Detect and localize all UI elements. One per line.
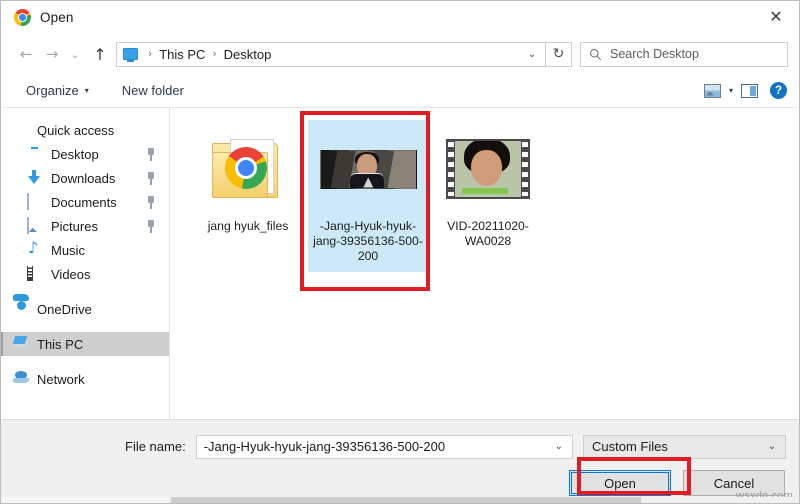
chevron-down-icon[interactable]: ⌄: [521, 49, 543, 60]
picture-icon: [27, 218, 43, 234]
sidebar-item-music[interactable]: Music: [1, 238, 169, 262]
chrome-icon: [14, 9, 31, 26]
breadcrumb-item-this-pc[interactable]: This PC: [157, 47, 207, 62]
star-icon: [13, 122, 29, 138]
new-folder-button[interactable]: New folder: [115, 80, 191, 101]
file-tile-image[interactable]: -Jang-Hyuk-hyuk-jang-39356136-500-200: [308, 120, 428, 272]
footer-buttons: Open Cancel: [14, 462, 786, 496]
chevron-down-icon: ⌄: [763, 441, 781, 452]
pin-icon[interactable]: [146, 196, 156, 209]
breadcrumb[interactable]: › This PC › Desktop ⌄: [116, 42, 546, 67]
document-icon: [27, 194, 43, 210]
sidebar-item-desktop[interactable]: Desktop: [1, 142, 169, 166]
horizontal-scrollbar[interactable]: [1, 497, 799, 503]
sidebar-item-pictures[interactable]: Pictures: [1, 214, 169, 238]
sidebar-item-network[interactable]: Network: [1, 367, 169, 391]
close-icon[interactable]: ✕: [753, 1, 799, 32]
desktop-icon: [27, 146, 43, 162]
navigation-sidebar: Quick access Desktop Downloads Documents…: [1, 108, 170, 419]
view-mode-icon[interactable]: [704, 84, 721, 98]
pin-icon[interactable]: [146, 220, 156, 233]
filename-label: File name:: [125, 439, 186, 454]
chevron-down-icon[interactable]: ▾: [724, 86, 738, 95]
video-icon: [27, 266, 43, 282]
organize-label: Organize: [26, 83, 79, 98]
sidebar-item-label: Pictures: [51, 219, 98, 234]
file-list[interactable]: jang hyuk_files -Jang-Hyuk-hyuk-jang-393…: [170, 108, 799, 419]
title-bar: Open ✕: [1, 1, 799, 34]
file-type-value: Custom Files: [592, 439, 763, 454]
pin-icon[interactable]: [146, 172, 156, 185]
folder-icon: [192, 126, 304, 212]
organize-button[interactable]: Organize ▾: [19, 80, 96, 101]
command-bar: Organize ▾ New folder ▾ ?: [1, 74, 799, 107]
sidebar-item-label: Quick access: [37, 123, 114, 138]
file-name-label: VID-20211020-WA0028: [432, 219, 544, 249]
search-input[interactable]: Search Desktop: [580, 42, 788, 67]
back-button[interactable]: ←: [13, 41, 39, 67]
sidebar-item-label: OneDrive: [37, 302, 92, 317]
search-placeholder: Search Desktop: [610, 47, 699, 61]
scrollbar-thumb[interactable]: [171, 497, 641, 503]
sidebar-item-label: This PC: [37, 337, 83, 352]
dialog-body: Quick access Desktop Downloads Documents…: [1, 107, 799, 419]
navigation-bar: ← → ⌄ ↑ › This PC › Desktop ⌄ ↻ Search D…: [1, 34, 799, 74]
pin-icon[interactable]: [146, 148, 156, 161]
cloud-icon: [13, 301, 29, 317]
filename-input[interactable]: -Jang-Hyuk-hyuk-jang-39356136-500-200 ⌄: [196, 435, 573, 459]
music-icon: [27, 242, 43, 258]
search-icon: [589, 48, 602, 61]
new-folder-label: New folder: [122, 83, 184, 98]
this-pc-icon: [13, 336, 29, 352]
file-type-dropdown[interactable]: Custom Files ⌄: [583, 435, 786, 459]
open-file-dialog: Open ✕ ← → ⌄ ↑ › This PC › Desktop ⌄ ↻ S…: [0, 0, 800, 504]
command-bar-right: ▾ ?: [704, 82, 790, 99]
sidebar-item-label: Downloads: [51, 171, 115, 186]
sidebar-item-onedrive[interactable]: OneDrive: [1, 297, 169, 321]
sidebar-item-label: Music: [51, 243, 85, 258]
sidebar-item-label: Documents: [51, 195, 117, 210]
file-grid: jang hyuk_files -Jang-Hyuk-hyuk-jang-393…: [188, 120, 799, 272]
forward-button[interactable]: →: [39, 41, 65, 67]
file-name-label: jang hyuk_files: [208, 219, 289, 234]
network-icon: [13, 371, 29, 387]
sidebar-item-label: Desktop: [51, 147, 99, 162]
this-pc-icon: [123, 48, 138, 60]
chevron-down-icon: ▾: [85, 86, 89, 95]
help-icon[interactable]: ?: [770, 82, 787, 99]
sidebar-item-label: Videos: [51, 267, 91, 282]
breadcrumb-separator: ›: [143, 48, 157, 60]
sidebar-item-quick-access[interactable]: Quick access: [1, 118, 169, 142]
chevron-down-icon[interactable]: ⌄: [550, 441, 568, 452]
sidebar-item-this-pc[interactable]: This PC: [1, 332, 169, 356]
download-icon: [27, 170, 43, 186]
image-thumbnail: [312, 126, 424, 212]
refresh-button[interactable]: ↻: [546, 42, 572, 67]
sidebar-spacer: [1, 321, 169, 332]
dialog-footer: File name: -Jang-Hyuk-hyuk-jang-39356136…: [1, 419, 799, 503]
video-thumbnail: [432, 126, 544, 212]
file-tile-folder[interactable]: jang hyuk_files: [188, 120, 308, 242]
filename-row: File name: -Jang-Hyuk-hyuk-jang-39356136…: [14, 420, 786, 462]
window-title: Open: [40, 10, 73, 25]
up-button[interactable]: ↑: [87, 41, 113, 67]
sidebar-item-videos[interactable]: Videos: [1, 262, 169, 286]
preview-pane-icon[interactable]: [741, 84, 758, 98]
sidebar-item-label: Network: [37, 372, 85, 387]
sidebar-item-documents[interactable]: Documents: [1, 190, 169, 214]
sidebar-item-downloads[interactable]: Downloads: [1, 166, 169, 190]
file-tile-video[interactable]: VID-20211020-WA0028: [428, 120, 548, 257]
recent-locations-button[interactable]: ⌄: [65, 41, 85, 67]
sidebar-spacer: [1, 356, 169, 367]
filename-value: -Jang-Hyuk-hyuk-jang-39356136-500-200: [204, 439, 550, 454]
open-button[interactable]: Open: [569, 470, 671, 496]
breadcrumb-separator: ›: [207, 48, 221, 60]
file-name-label: -Jang-Hyuk-hyuk-jang-39356136-500-200: [312, 219, 424, 264]
breadcrumb-item-desktop[interactable]: Desktop: [222, 47, 274, 62]
